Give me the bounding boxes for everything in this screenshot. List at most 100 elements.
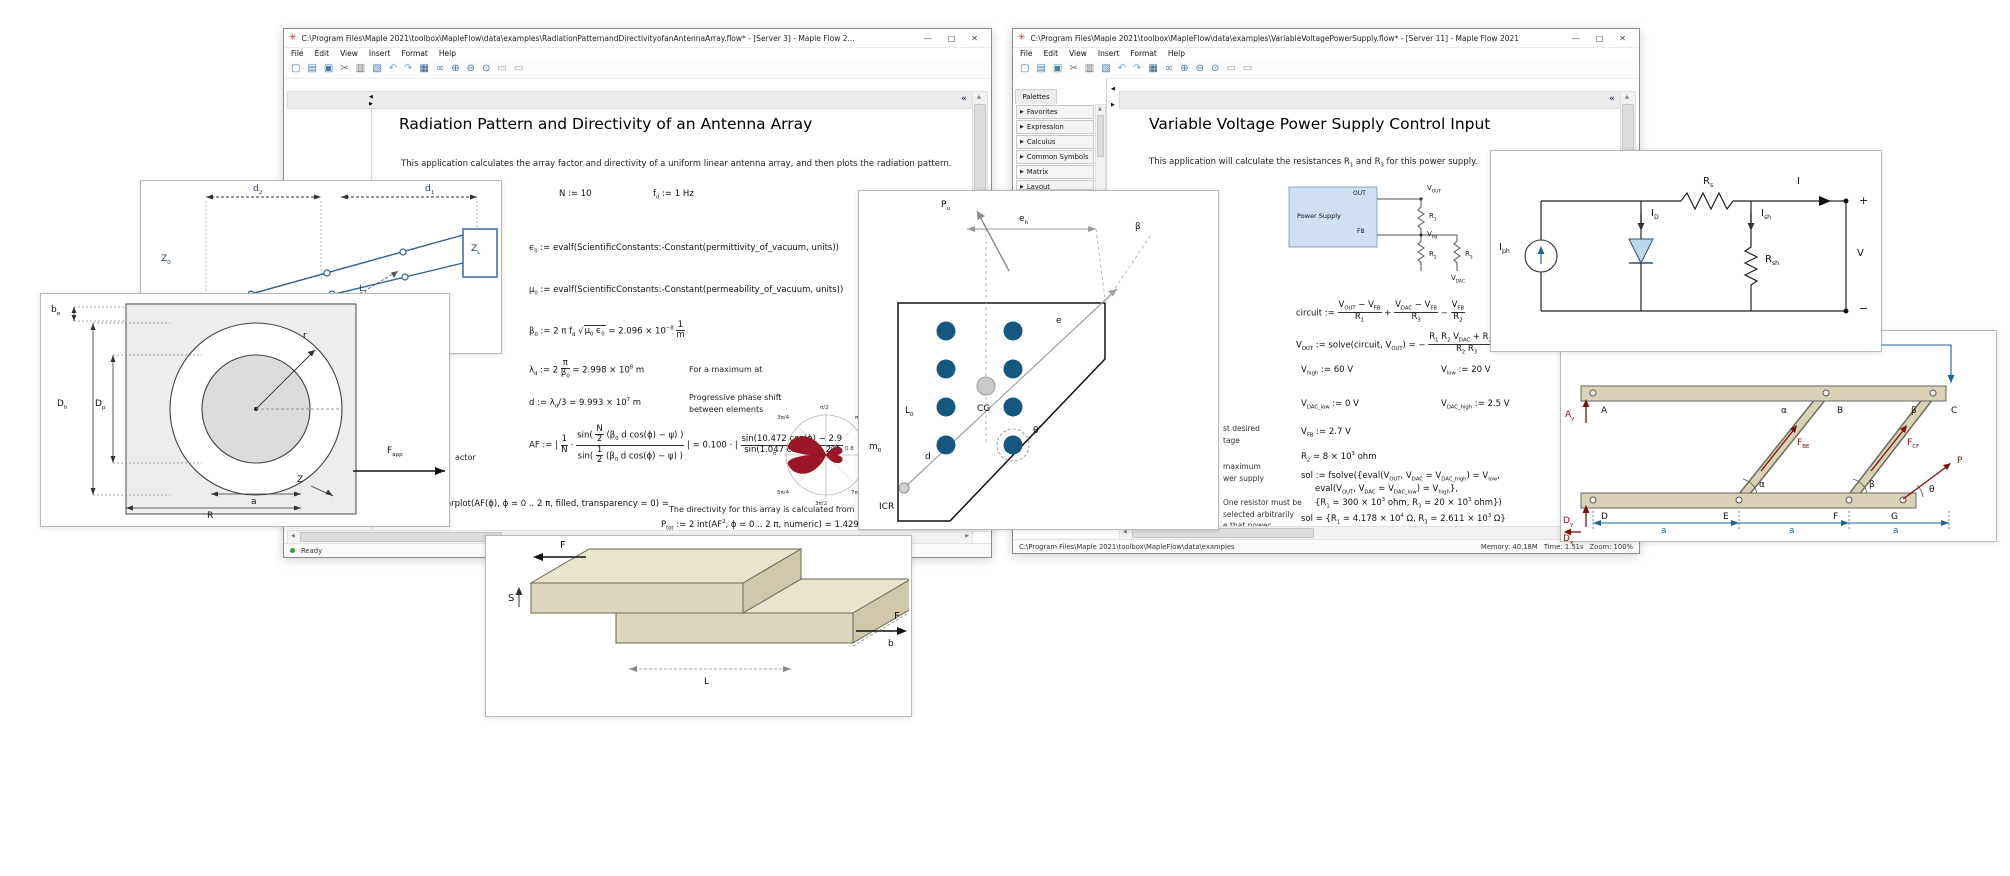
math-sol-result[interactable]: sol = {R1 = 4.178 × 104 Ω, R3 = 2.611 × … bbox=[1301, 513, 1506, 526]
zoom-out-icon[interactable]: ⊖ bbox=[467, 64, 475, 74]
math-vdac-low[interactable]: VDAC_low := 0 V bbox=[1301, 399, 1359, 411]
maximize-button[interactable]: □ bbox=[1596, 34, 1604, 43]
palette-expand-icon[interactable]: ▶ bbox=[1020, 124, 1024, 130]
cut-icon[interactable]: ✂ bbox=[340, 64, 348, 74]
menu-item[interactable]: View bbox=[1069, 49, 1087, 58]
window-tile-icon[interactable]: ▭ bbox=[497, 64, 506, 74]
open-folder-icon[interactable]: ▤ bbox=[1036, 64, 1045, 74]
title-bar[interactable]: ✳ C:\Program Files\Maple 2021\toolbox\Ma… bbox=[284, 29, 991, 48]
math-vfb[interactable]: VFB := 2.7 V bbox=[1301, 427, 1351, 439]
palette-group[interactable]: ▶ Matrix bbox=[1016, 165, 1094, 179]
menu-item[interactable]: Edit bbox=[1044, 49, 1059, 58]
window-cascade-icon[interactable]: ▭ bbox=[1243, 64, 1252, 74]
collapse-panel-icon[interactable]: « bbox=[1609, 94, 1615, 104]
menu-item[interactable]: File bbox=[1020, 49, 1033, 58]
minimize-button[interactable]: — bbox=[1572, 34, 1580, 43]
paste-icon[interactable]: ▧ bbox=[372, 64, 381, 74]
menu-item[interactable]: Help bbox=[439, 49, 456, 58]
solar-minus-label: − bbox=[1859, 303, 1868, 314]
math-beta0[interactable]: β0 := 2 π fd √μ0 ϵ0 = 2.096 × 10−8 1m bbox=[529, 321, 685, 341]
menu-item[interactable]: Insert bbox=[369, 49, 391, 58]
zoom-reset-icon[interactable]: ⊙ bbox=[1211, 64, 1219, 74]
minimize-button[interactable]: — bbox=[924, 34, 932, 43]
menu-item[interactable]: Format bbox=[401, 49, 427, 58]
redo-icon[interactable]: ↷ bbox=[1133, 64, 1141, 74]
math-vlow[interactable]: Vlow := 20 V bbox=[1441, 365, 1491, 377]
menu-item[interactable]: View bbox=[340, 49, 358, 58]
menu-item[interactable]: Insert bbox=[1098, 49, 1120, 58]
grid-icon[interactable]: ▦ bbox=[419, 64, 428, 74]
polar-axis-label: 0.8 bbox=[845, 447, 854, 453]
math-sol-3[interactable]: {R1 = 300 × 103 ohm, R3 = 20 × 103 ohm}) bbox=[1315, 497, 1502, 510]
maximize-button[interactable]: □ bbox=[948, 34, 956, 43]
link-icon[interactable]: ∞ bbox=[1165, 64, 1173, 74]
truss-c-label: C bbox=[1951, 407, 1957, 416]
window-cascade-icon[interactable]: ▭ bbox=[514, 64, 523, 74]
palette-expand-icon[interactable]: ▶ bbox=[1020, 109, 1024, 115]
copy-icon[interactable]: ▥ bbox=[356, 64, 365, 74]
truss-e-label: E bbox=[1723, 513, 1729, 522]
palette-group[interactable]: ▶ Expression bbox=[1016, 120, 1094, 134]
copy-icon[interactable]: ▥ bbox=[1085, 64, 1094, 74]
solar-rsh-label: Rsh bbox=[1765, 255, 1779, 267]
palette-group[interactable]: ▶ Common Symbols bbox=[1016, 150, 1094, 164]
close-button[interactable]: ✕ bbox=[971, 34, 978, 43]
save-icon[interactable]: ▣ bbox=[1053, 64, 1062, 74]
save-icon[interactable]: ▣ bbox=[324, 64, 333, 74]
math-fd[interactable]: fd := 1 Hz bbox=[653, 189, 694, 201]
open-folder-icon[interactable]: ▤ bbox=[307, 64, 316, 74]
psu-vdac-label: VDAC bbox=[1451, 275, 1465, 285]
note-maximum: For a maximum at bbox=[689, 365, 762, 374]
link-icon[interactable]: ∞ bbox=[436, 64, 444, 74]
antenna-d2-label: d2 bbox=[253, 185, 262, 196]
math-polarplot[interactable]: polarplot(AF(ϕ), ϕ = 0 .. 2 π, filled, t… bbox=[433, 499, 669, 509]
paste-icon[interactable]: ▧ bbox=[1101, 64, 1110, 74]
zoom-reset-icon[interactable]: ⊙ bbox=[482, 64, 490, 74]
redo-icon[interactable]: ↷ bbox=[404, 64, 412, 74]
collapse-panel-icon[interactable]: « bbox=[961, 94, 967, 104]
zoom-in-icon[interactable]: ⊕ bbox=[451, 64, 459, 74]
cut-icon[interactable]: ✂ bbox=[1069, 64, 1077, 74]
palette-expand-icon[interactable]: ▶ bbox=[1020, 139, 1024, 145]
math-epsilon0[interactable]: ϵ0 := evalf(ScientificConstants:-Constan… bbox=[529, 243, 839, 255]
math-d[interactable]: d := λd/3 = 9.993 × 107 m bbox=[529, 397, 641, 410]
math-vhigh[interactable]: Vhigh := 60 V bbox=[1301, 365, 1353, 377]
math-sol-1[interactable]: sol := fsolve({eval(VOUT, VDAC = VDAC_hi… bbox=[1301, 471, 1500, 483]
lap-f-right-label: F bbox=[894, 612, 900, 622]
splitter-left-icon[interactable]: ◀ bbox=[369, 95, 373, 100]
menu-item[interactable]: Format bbox=[1130, 49, 1156, 58]
palette-expand-icon[interactable]: ▶ bbox=[1020, 169, 1024, 175]
splitter-right-icon[interactable]: ▶ bbox=[1111, 103, 1115, 108]
solar-rs-label: Rs bbox=[1703, 177, 1713, 189]
title-bar[interactable]: ✳ C:\Program Files\Maple 2021\toolbox\Ma… bbox=[1013, 29, 1639, 48]
palette-group[interactable]: ▶ Calculus bbox=[1016, 135, 1094, 149]
math-lambda[interactable]: λd := 2 πβ0 = 2.998 × 108 m bbox=[529, 359, 644, 381]
truss-dim-a1-label: a bbox=[1661, 527, 1667, 536]
close-button[interactable]: ✕ bbox=[1619, 34, 1626, 43]
math-mu0[interactable]: μ0 := evalf(ScientificConstants:-Constan… bbox=[529, 285, 843, 297]
menu-item[interactable]: Edit bbox=[315, 49, 330, 58]
zoom-in-icon[interactable]: ⊕ bbox=[1180, 64, 1188, 74]
math-r2[interactable]: R2 = 8 × 103 ohm bbox=[1301, 451, 1376, 464]
math-vdac-high[interactable]: VDAC_high := 2.5 V bbox=[1441, 399, 1510, 411]
palette-group[interactable]: ▶ Favorites bbox=[1016, 105, 1094, 119]
math-n[interactable]: N := 10 bbox=[559, 189, 592, 199]
math-sol-2[interactable]: eval(VOUT, VDAC = VDAC_low) = Vhigh}, bbox=[1315, 484, 1458, 496]
psu-fb-pin-label: FB bbox=[1357, 229, 1365, 235]
undo-icon[interactable]: ↶ bbox=[1118, 64, 1126, 74]
zoom-out-icon[interactable]: ⊖ bbox=[1196, 64, 1204, 74]
new-document-icon[interactable]: ▢ bbox=[1020, 64, 1029, 74]
menu-item[interactable]: File bbox=[291, 49, 304, 58]
window-tile-icon[interactable]: ▭ bbox=[1226, 64, 1235, 74]
new-document-icon[interactable]: ▢ bbox=[291, 64, 300, 74]
math-vout-solve[interactable]: VOUT := solve(circuit, VOUT) = − R1 R2 V… bbox=[1296, 333, 1505, 357]
math-circuit[interactable]: circuit := VOUT − VFBR1 + VDAC − VFBR3 −… bbox=[1296, 301, 1465, 325]
undo-icon[interactable]: ↶ bbox=[389, 64, 397, 74]
palette-expand-icon[interactable]: ▶ bbox=[1020, 154, 1024, 160]
truss-dy-label: Dy bbox=[1563, 517, 1573, 528]
bolt-cg-label: CG bbox=[977, 405, 990, 414]
palettes-tab[interactable]: Palettes bbox=[1015, 89, 1057, 104]
grid-icon[interactable]: ▦ bbox=[1148, 64, 1157, 74]
menu-item[interactable]: Help bbox=[1168, 49, 1185, 58]
splitter-left-icon[interactable]: ◀ bbox=[1111, 87, 1115, 92]
